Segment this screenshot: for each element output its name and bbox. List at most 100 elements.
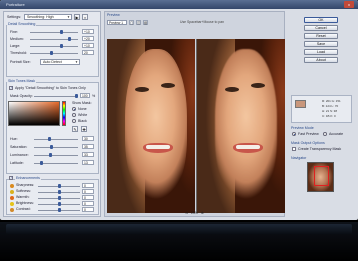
luminance-value[interactable]: 33 xyxy=(82,152,94,157)
navigator-thumbnail[interactable] xyxy=(307,162,334,192)
single-view-icon[interactable]: ▢ xyxy=(129,19,134,25)
transparency-mask-checkbox[interactable] xyxy=(292,147,296,151)
fine-slider[interactable] xyxy=(30,30,78,34)
right-eye-shape xyxy=(251,83,265,88)
dual-view-icon[interactable]: ▥ xyxy=(143,19,148,25)
preview-tab[interactable]: Preview xyxy=(107,13,120,17)
hue-value[interactable]: 30 xyxy=(82,136,94,141)
delete-setting-button[interactable]: × xyxy=(82,14,88,20)
eyedropper-plus-icon[interactable]: ✚ xyxy=(81,126,87,132)
face-shape xyxy=(215,49,277,199)
softness-value[interactable]: 0 xyxy=(82,189,94,194)
large-value[interactable]: +10 xyxy=(82,43,94,48)
slider-thumb[interactable] xyxy=(50,145,53,149)
mask-opacity-label: Mask Opacity: xyxy=(10,94,33,98)
slider-thumb[interactable] xyxy=(58,190,61,194)
softness-slider[interactable] xyxy=(38,190,80,194)
portraiture-window: Portraiture x Settings: Smoothing: High … xyxy=(0,0,358,220)
hue-strip[interactable] xyxy=(62,101,66,126)
saturation-slider[interactable] xyxy=(34,145,78,149)
slider-thumb[interactable] xyxy=(49,153,52,157)
preview-select[interactable]: Preview 1 xyxy=(107,19,127,25)
slider-thumb[interactable] xyxy=(40,161,43,165)
sharpness-value[interactable]: 0 xyxy=(82,183,94,188)
warmth-value[interactable]: 0 xyxy=(82,195,94,200)
fine-value[interactable]: +10 xyxy=(82,29,94,34)
slider-thumb[interactable] xyxy=(50,51,53,55)
show-mask-white-radio[interactable] xyxy=(72,113,76,117)
navigator-view-rect[interactable] xyxy=(314,166,329,186)
apply-skin-tones-checkbox[interactable] xyxy=(9,85,13,90)
show-mask-none-radio[interactable] xyxy=(72,107,76,111)
enhancements-checkbox[interactable] xyxy=(9,175,13,180)
slider-thumb[interactable] xyxy=(58,196,61,200)
preview-panel: Preview Preview 1 ▢ ◫ ▥ Use Spacebar+Mou… xyxy=(104,11,285,217)
close-button[interactable]: x xyxy=(344,1,354,8)
mask-opacity-value[interactable]: 100 xyxy=(80,93,90,98)
slider-thumb[interactable] xyxy=(58,208,61,212)
slider-thumb[interactable] xyxy=(48,137,51,141)
transparency-mask-label: Create Transparency Mask xyxy=(298,147,342,151)
slider-thumb[interactable] xyxy=(75,94,78,98)
mask-opacity-slider[interactable] xyxy=(34,94,78,98)
accurate-radio[interactable] xyxy=(323,132,327,136)
medium-slider[interactable] xyxy=(30,37,78,41)
fast-preview-radio[interactable] xyxy=(292,132,296,136)
info-line: B: 124 L: 70 xyxy=(322,104,339,108)
after-image[interactable] xyxy=(197,39,285,213)
medium-value[interactable]: +20 xyxy=(82,36,94,41)
slider-thumb[interactable] xyxy=(68,37,71,41)
settings-row: Settings: xyxy=(7,14,21,20)
split-view-icon[interactable]: ◫ xyxy=(136,19,141,25)
reflection-band xyxy=(6,224,352,234)
warmth-slider[interactable] xyxy=(38,196,80,200)
show-mask-black-radio[interactable] xyxy=(72,119,76,123)
brightness-slider[interactable] xyxy=(38,202,80,206)
threshold-slider[interactable] xyxy=(30,51,78,55)
before-image[interactable] xyxy=(107,39,195,213)
zoom-out-icon[interactable]: ⊖ xyxy=(185,211,188,215)
reset-button[interactable]: Reset xyxy=(304,33,338,39)
accurate-label: Accurate xyxy=(329,132,344,136)
contrast-slider[interactable] xyxy=(38,208,80,212)
contrast-value[interactable]: 0 xyxy=(82,207,94,212)
settings-menu-button[interactable]: ▶ xyxy=(74,14,80,20)
preview-toolbar: Preview 1 ▢ ◫ ▥ Use Spacebar+Mouse to pa… xyxy=(107,19,283,25)
about-button[interactable]: About xyxy=(304,57,338,63)
slider-thumb[interactable] xyxy=(58,184,61,188)
show-mask-none-label: None xyxy=(78,107,87,111)
save-button[interactable]: Save xyxy=(304,41,338,47)
saturation-value[interactable]: 35 xyxy=(82,144,94,149)
latitude-value[interactable]: 13 xyxy=(82,160,94,165)
cancel-button[interactable]: Cancel xyxy=(304,25,338,31)
ok-button[interactable]: OK xyxy=(304,17,338,23)
eyedropper-icon[interactable]: ✎ xyxy=(72,126,78,132)
portrait-size-select[interactable]: Auto Detect ▼ xyxy=(40,59,80,65)
right-panel: OK Cancel Reset Save Load About R: 201 G… xyxy=(288,11,355,217)
settings-select[interactable]: Smoothing: High ▼ xyxy=(24,14,72,20)
load-button[interactable]: Load xyxy=(304,49,338,55)
skin-tone-picker[interactable] xyxy=(8,101,60,126)
sharpness-icon xyxy=(10,184,14,188)
slider-thumb[interactable] xyxy=(58,202,61,206)
warmth-label: Warmth: xyxy=(16,195,30,199)
brightness-value[interactable]: 0 xyxy=(82,201,94,206)
sharpness-slider[interactable] xyxy=(38,184,80,188)
skin-tones-mask-title: Skin Tones Mask xyxy=(7,79,37,83)
left-eye-shape xyxy=(225,87,239,92)
large-slider[interactable] xyxy=(30,44,78,48)
hue-slider[interactable] xyxy=(34,137,78,141)
slider-thumb[interactable] xyxy=(60,44,63,48)
window-reflection xyxy=(0,222,358,261)
luminance-slider[interactable] xyxy=(34,153,78,157)
detail-smoothing-title: Detail Smoothing xyxy=(7,22,37,26)
latitude-slider[interactable] xyxy=(34,161,78,165)
zoom-in-icon[interactable]: ⊕ xyxy=(201,211,204,215)
contrast-icon xyxy=(10,208,14,212)
color-swatch xyxy=(295,100,306,108)
slider-thumb[interactable] xyxy=(60,30,63,34)
softness-icon xyxy=(10,190,14,194)
threshold-value[interactable]: 20 xyxy=(82,50,94,55)
face-shape xyxy=(125,49,187,199)
preview-status-bar: ⊖ 25% ⊕ xyxy=(105,210,284,215)
